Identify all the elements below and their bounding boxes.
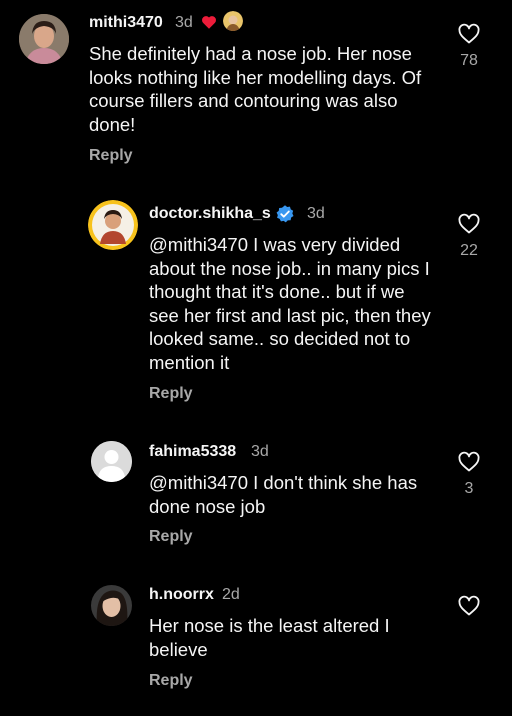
avatar[interactable]: [91, 585, 132, 626]
heart-outline-icon[interactable]: [456, 594, 482, 618]
comment-username[interactable]: h.noorrx: [149, 586, 214, 604]
comment-timestamp: 2d: [222, 586, 240, 603]
comment-text: Her nose is the least altered I believe: [149, 615, 390, 660]
comment-h-noorrx: h.noorrx 2d Her nose is the least altere…: [0, 0, 512, 716]
reply-button[interactable]: Reply: [149, 672, 193, 690]
